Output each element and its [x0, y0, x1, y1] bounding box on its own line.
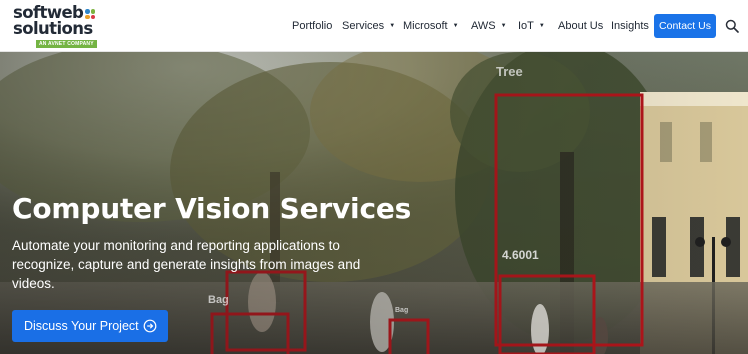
arrow-circle-right-icon: [143, 319, 157, 333]
caret-down-icon: ▼: [452, 23, 459, 29]
hero-description: Automate your monitoring and reporting a…: [12, 238, 361, 291]
nav-item-label: Portfolio: [292, 20, 333, 32]
detection-label-bag-small: Bag: [395, 307, 409, 314]
caret-down-icon: ▼: [389, 23, 396, 29]
caret-down-icon: ▼: [538, 23, 545, 29]
search-icon[interactable]: [725, 19, 739, 33]
main-nav: Portfolio Services ▼ Microsoft ▼ AWS ▼ IoT ▼…: [0, 0, 748, 52]
cta-label: Discuss Your Project: [24, 319, 139, 333]
nav-item-microsoft[interactable]: Microsoft ▼: [403, 19, 459, 33]
nav-item-label: IoT: [518, 20, 534, 32]
contact-us-button[interactable]: Contact Us: [654, 14, 716, 38]
nav-item-services[interactable]: Services ▼: [342, 19, 395, 33]
discuss-your-project-button[interactable]: Discuss Your Project: [12, 310, 168, 342]
nav-item-label: Services: [342, 20, 385, 32]
nav-item-aws[interactable]: AWS ▼: [471, 19, 507, 33]
detection-score: 4.6001: [502, 248, 539, 262]
nav-item-label: AWS: [471, 20, 496, 32]
detection-label-bag: Bag: [208, 294, 229, 306]
nav-item-iot[interactable]: IoT ▼: [518, 19, 545, 33]
caret-down-icon: ▼: [500, 23, 507, 29]
nav-item-label: About Us: [558, 20, 604, 32]
nav-item-label: Insights: [611, 20, 649, 32]
hero-section: Tree 4.6001 Bag Bag Computer Vision Serv…: [0, 52, 748, 354]
nav-item-about-us[interactable]: About Us: [558, 19, 603, 33]
nav-item-insights[interactable]: Insights: [611, 19, 649, 33]
nav-item-portfolio[interactable]: Portfolio: [292, 19, 332, 33]
detection-label-tree: Tree: [496, 64, 523, 79]
nav-item-label: Microsoft: [403, 20, 448, 32]
site-header: softweb solutions AN AVNET COMPANY Portf…: [0, 0, 748, 52]
hero-title: Computer Vision Services: [12, 192, 412, 225]
